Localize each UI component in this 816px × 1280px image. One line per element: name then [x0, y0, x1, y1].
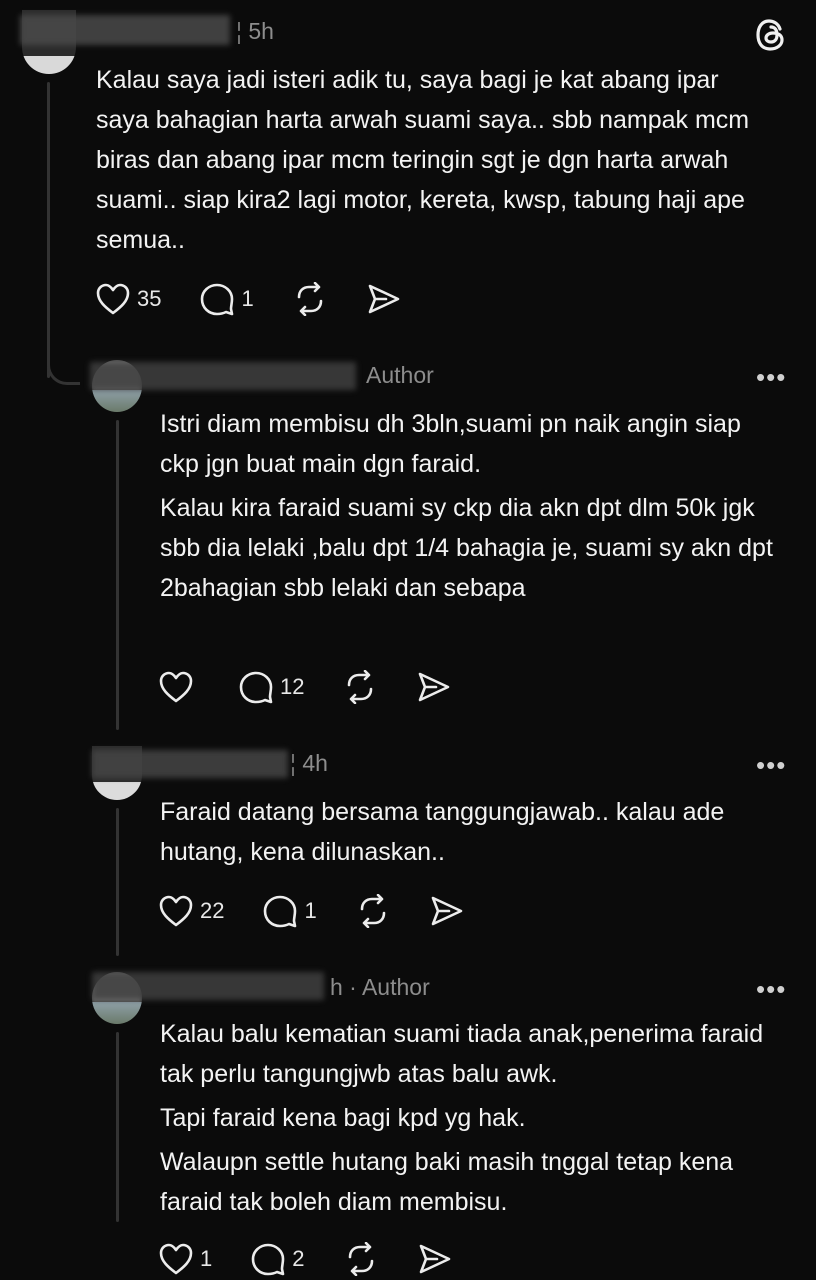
send-icon [431, 896, 463, 926]
reply-count: 2 [292, 1246, 305, 1271]
repost-icon [297, 282, 323, 316]
thread-line [116, 420, 119, 730]
heart-icon [159, 895, 193, 927]
thread-line [47, 82, 50, 378]
thread-line [116, 1032, 119, 1222]
thread-line [116, 808, 119, 956]
comment-body: Istri diam membisu dh 3bln,suami pn naik… [160, 410, 773, 602]
reply-button[interactable]: 1 [199, 282, 254, 316]
repost-icon [348, 1242, 373, 1276]
comment-actions: 35 1 [95, 282, 440, 316]
heart-icon [96, 283, 130, 315]
comment-actions: 1 2 [158, 1242, 491, 1276]
heart-icon [159, 1243, 193, 1275]
reply-button[interactable]: 1 [262, 894, 317, 928]
reply-button[interactable]: 12 [238, 670, 304, 704]
repost-button[interactable] [343, 1242, 379, 1276]
share-button[interactable] [366, 282, 402, 316]
comment-body: Faraid datang bersama tanggungjawab.. ka… [160, 798, 725, 866]
reply-count: 1 [304, 898, 317, 923]
timestamp: ¦ 5h [236, 18, 274, 44]
repost-icon [348, 670, 373, 704]
reply-count: 12 [280, 674, 305, 699]
username-redacted [90, 362, 356, 390]
more-options-button[interactable]: ••• [756, 974, 786, 1005]
username-redacted [20, 15, 230, 45]
comment-icon [264, 895, 297, 928]
author-tag: Author [366, 362, 434, 388]
comment-icon [251, 1243, 285, 1276]
comment-actions: 22 1 [158, 894, 503, 928]
repost-button[interactable] [342, 670, 378, 704]
send-icon [419, 1244, 450, 1274]
like-count: 35 [137, 286, 162, 311]
comment-actions: 12 [158, 670, 490, 704]
more-options-button[interactable]: ••• [756, 362, 786, 393]
username-redacted [92, 972, 324, 1000]
send-icon [419, 672, 450, 702]
threads-logo-icon[interactable] [755, 18, 789, 52]
like-button[interactable]: 22 [158, 894, 224, 928]
username-redacted [92, 750, 288, 778]
repost-button[interactable] [292, 282, 328, 316]
comment-icon [239, 671, 273, 704]
like-button[interactable] [158, 670, 200, 704]
like-button[interactable]: 1 [158, 1242, 212, 1276]
repost-icon [360, 894, 386, 928]
repost-button[interactable] [355, 894, 391, 928]
comment-body: Kalau balu kematian suami tiada anak,pen… [160, 1020, 764, 1216]
like-count: 1 [200, 1246, 213, 1271]
reply-count: 1 [241, 286, 254, 311]
share-button[interactable] [429, 894, 465, 928]
thread-connector [47, 340, 80, 385]
timestamp: h · Author [330, 974, 430, 1000]
like-button[interactable]: 35 [95, 282, 161, 316]
like-count: 22 [200, 898, 225, 923]
more-options-button[interactable]: ••• [756, 750, 786, 781]
share-button[interactable] [416, 670, 452, 704]
heart-icon [159, 671, 193, 703]
reply-button[interactable]: 2 [250, 1242, 305, 1276]
comment-icon [201, 283, 234, 316]
timestamp: ¦ 4h [290, 750, 328, 776]
share-button[interactable] [417, 1242, 453, 1276]
comment-body: Kalau saya jadi isteri adik tu, saya bag… [96, 66, 750, 254]
send-icon [368, 284, 400, 314]
